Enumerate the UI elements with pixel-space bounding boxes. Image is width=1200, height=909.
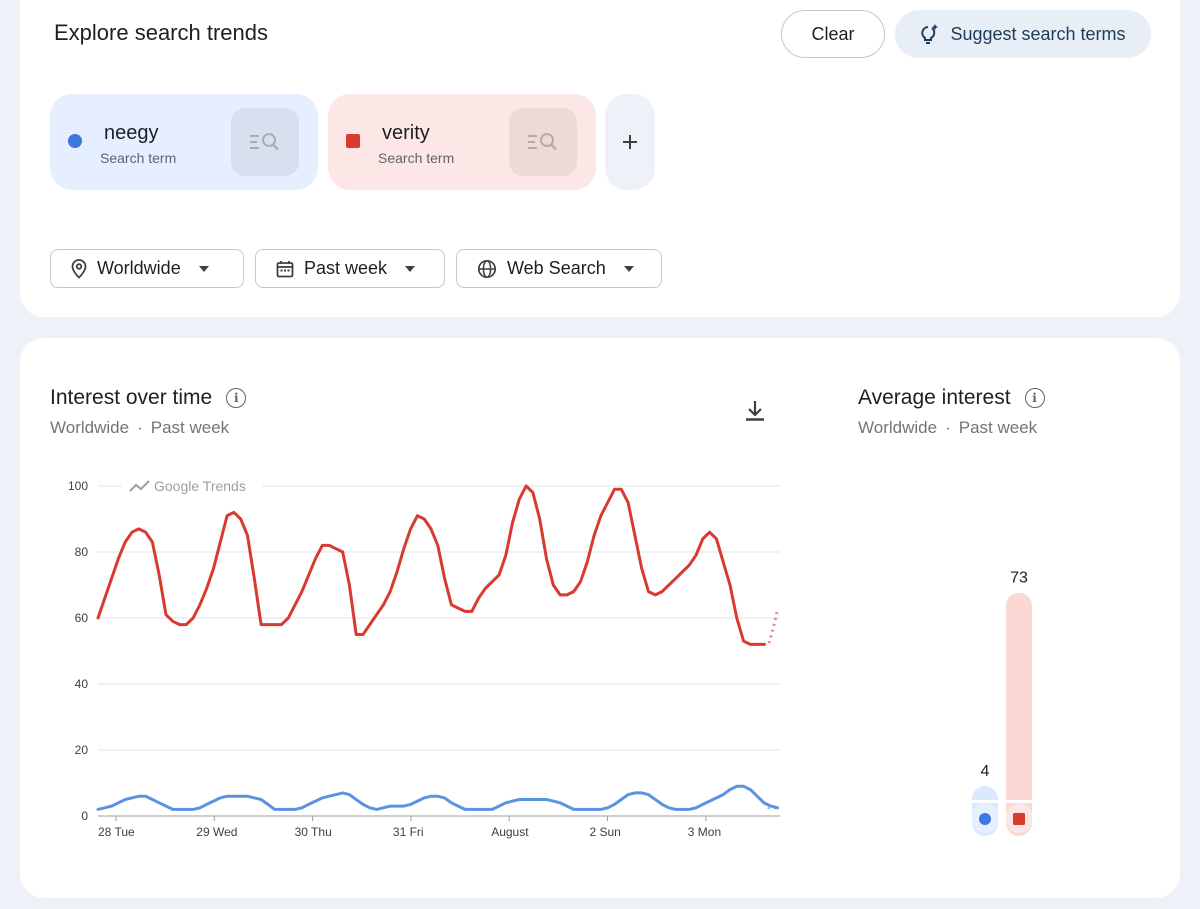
y-tick-label: 20	[75, 743, 89, 757]
location-filter-dropdown[interactable]: Worldwide	[50, 249, 244, 288]
series-line-neegy	[96, 784, 780, 811]
interest-over-time-subtitle: Worldwide · Past week	[50, 418, 229, 438]
term-type: Search term	[378, 150, 455, 166]
series-marker-blue-dot	[979, 813, 991, 825]
page-title: Explore search trends	[54, 20, 268, 45]
series-marker-red-square	[346, 134, 360, 148]
x-tick-label: 28 Tue	[98, 825, 135, 839]
x-tick-label: 30 Thu	[295, 825, 332, 839]
series-line-verity	[96, 484, 766, 646]
google-trends-watermark: Google Trends	[122, 476, 258, 496]
location-filter-value: Worldwide	[97, 258, 181, 278]
term-options-button[interactable]	[509, 108, 577, 176]
subtitle-location: Worldwide	[858, 418, 938, 437]
calendar-icon	[276, 260, 294, 277]
average-value-label: 73	[1010, 570, 1028, 587]
lightbulb-sparkle-icon	[921, 24, 939, 44]
average-bar-verity: 73	[1006, 570, 1032, 836]
plus-icon	[623, 135, 637, 149]
add-term-button[interactable]	[605, 94, 655, 190]
search-term-card-verity[interactable]: verity Search term	[328, 94, 596, 190]
average-interest-header: Average interest i	[858, 386, 1045, 410]
info-icon[interactable]: i	[1024, 388, 1045, 408]
average-interest-chart: 4 73	[972, 570, 1032, 836]
y-tick-label: 60	[75, 611, 89, 625]
average-bar-neegy: 4	[972, 763, 998, 836]
term-options-button[interactable]	[231, 108, 299, 176]
x-tick-label: 31 Fri	[393, 825, 424, 839]
search-list-icon	[528, 133, 557, 151]
info-icon[interactable]: i	[226, 388, 247, 408]
series-marker-blue-dot	[68, 134, 82, 148]
subtitle-separator: ·	[945, 418, 951, 437]
watermark-text: Google Trends	[154, 478, 246, 494]
chevron-down-icon	[198, 265, 209, 272]
term-name: neegy	[104, 122, 159, 144]
location-pin-icon	[71, 258, 87, 279]
x-tick-label: August	[491, 825, 529, 839]
y-tick-label: 40	[75, 677, 89, 691]
chevron-down-icon	[405, 265, 416, 272]
globe-icon	[477, 259, 497, 278]
average-interest-subtitle: Worldwide · Past week	[858, 418, 1037, 438]
average-value-label: 4	[981, 763, 990, 780]
interest-over-time-chart: Google Trends 0 20 40 60 80 100 28 Tue 29 Wed 30 …	[68, 476, 780, 839]
subtitle-location: Worldwide	[50, 418, 130, 437]
average-interest-title: Average interest	[858, 386, 1011, 409]
x-tick-label: 3 Mon	[688, 825, 721, 839]
suggest-search-terms-label: Suggest search terms	[950, 23, 1126, 44]
bar-divider	[972, 800, 998, 803]
suggest-search-terms-button[interactable]: Suggest search terms	[895, 10, 1151, 58]
subtitle-period: Past week	[958, 418, 1038, 437]
series-marker-red-square	[1013, 813, 1025, 825]
x-tick-label: 29 Wed	[196, 825, 237, 839]
term-name: verity	[382, 122, 430, 144]
y-tick-label: 0	[81, 809, 88, 823]
x-tick-label: 2 Sun	[590, 825, 621, 839]
bar-verity	[1006, 592, 1032, 836]
clear-button[interactable]: Clear	[781, 10, 885, 58]
download-icon	[746, 401, 764, 421]
search-type-filter-dropdown[interactable]: Web Search	[456, 249, 662, 288]
download-button[interactable]	[742, 398, 768, 424]
subtitle-period: Past week	[150, 418, 230, 437]
search-term-card-neegy[interactable]: neegy Search term	[50, 94, 318, 190]
bar-divider	[1006, 800, 1032, 803]
interest-over-time-title: Interest over time	[50, 386, 213, 409]
y-tick-label: 100	[68, 479, 88, 493]
series-projection-verity	[764, 607, 780, 646]
time-range-filter-dropdown[interactable]: Past week	[255, 249, 445, 288]
time-range-filter-value: Past week	[304, 258, 388, 278]
subtitle-separator: ·	[137, 418, 143, 437]
term-type: Search term	[100, 150, 177, 166]
search-list-icon	[250, 133, 279, 151]
chevron-down-icon	[623, 265, 634, 272]
interest-over-time-header: Interest over time i	[50, 386, 247, 410]
search-type-filter-value: Web Search	[507, 258, 606, 278]
y-tick-label: 80	[75, 545, 89, 559]
